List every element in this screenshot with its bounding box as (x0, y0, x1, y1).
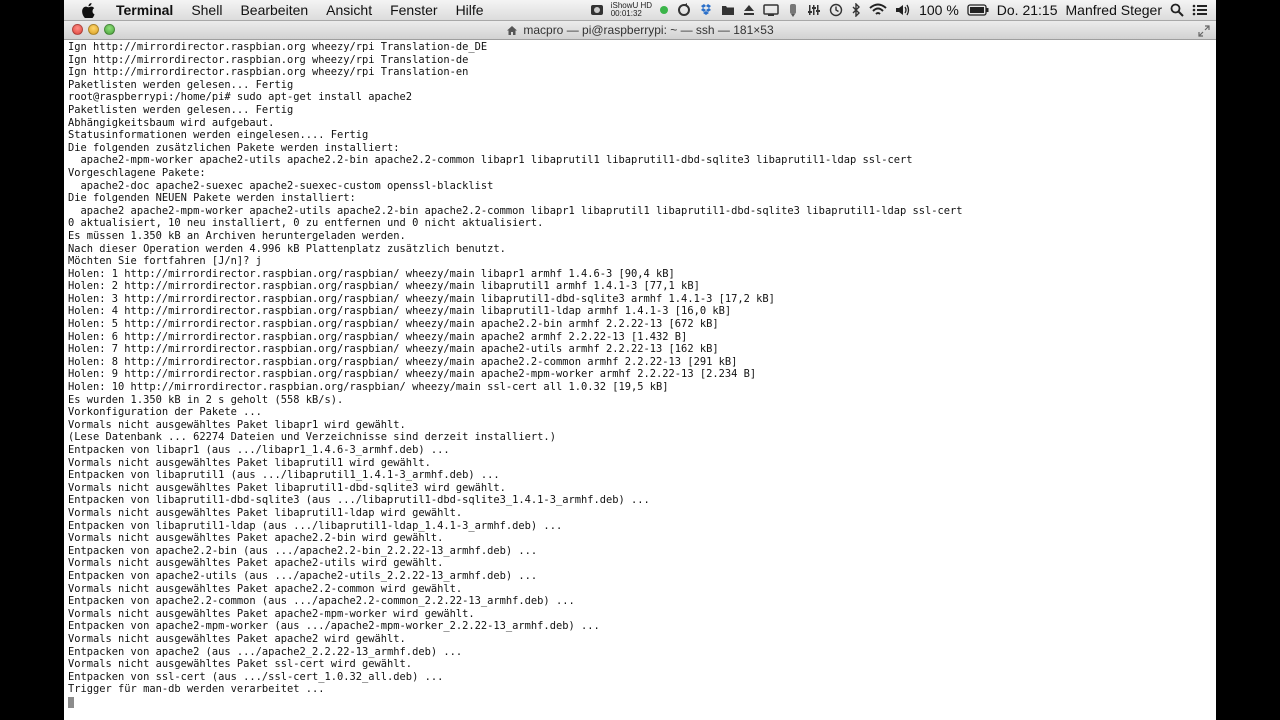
terminal-line: Entpacken von libaprutil1 (aus .../libap… (68, 469, 500, 482)
menu-app-terminal[interactable]: Terminal (112, 0, 182, 20)
terminal-line: Vorgeschlagene Pakete: (68, 166, 206, 179)
terminal-line: Holen: 8 http://mirrordirector.raspbian.… (68, 355, 738, 368)
recorder-status[interactable]: iShowU HD 00:01:32 (611, 2, 652, 18)
fullscreen-icon[interactable] (1198, 24, 1210, 37)
window-title: macpro — pi@raspberrypi: ~ — ssh — 181×5… (523, 23, 774, 37)
screen: Terminal Shell Bearbeiten Ansicht Fenste… (64, 0, 1216, 720)
terminal-line: Holen: 9 http://mirrordirector.raspbian.… (68, 368, 757, 381)
terminal-line: apache2-doc apache2-suexec apache2-suexe… (68, 179, 494, 192)
terminal-line: Statusinformationen werden eingelesen...… (68, 129, 369, 142)
recorder-time: 00:01:32 (610, 9, 642, 18)
terminal-line: Möchten Sie fortfahren [J/n]? j (68, 255, 262, 268)
terminal-line: Vormals nicht ausgewähltes Paket apache2… (68, 632, 406, 645)
terminal-line: Entpacken von libapr1 (aus .../libapr1_1… (68, 444, 450, 456)
terminal-line: Die folgenden zusätzlichen Pakete werden… (68, 141, 400, 154)
terminal-line: 0 aktualisiert, 10 neu installiert, 0 zu… (68, 217, 544, 230)
status-tray: iShowU HD 00:01:32 100 % Do. 21:15 Manfr… (586, 0, 1216, 20)
terminal-line: Entpacken von libaprutil1-dbd-sqlite3 (a… (68, 494, 650, 507)
terminal-line: Entpacken von ssl-cert (aus .../ssl-cert… (68, 670, 444, 683)
terminal-line: Nach dieser Operation werden 4.996 kB Pl… (68, 242, 506, 255)
terminal-line: Vormals nicht ausgewähltes Paket libapr1… (68, 418, 406, 431)
terminal-line: Ign http://mirrordirector.raspbian.org w… (68, 41, 488, 53)
terminal-line: Die folgenden NEUEN Pakete werden instal… (68, 192, 356, 205)
terminal-line: Vormals nicht ausgewähltes Paket apache2… (68, 582, 463, 595)
battery-percent[interactable]: 100 % (915, 2, 963, 18)
bluetooth-icon[interactable] (851, 0, 861, 20)
terminal-line: Entpacken von apache2 (aus .../apache2_2… (68, 645, 463, 658)
menu-fenster[interactable]: Fenster (381, 0, 446, 20)
terminal-line: Holen: 10 http://mirrordirector.raspbian… (68, 381, 669, 394)
terminal-cursor (68, 696, 74, 708)
terminal-line: Vorkonfiguration der Pakete ... (68, 406, 262, 419)
terminal-window: macpro — pi@raspberrypi: ~ — ssh — 181×5… (64, 21, 1216, 720)
terminal-line: Holen: 7 http://mirrordirector.raspbian.… (68, 343, 719, 356)
terminal-line: Vormals nicht ausgewähltes Paket libapru… (68, 456, 431, 469)
terminal-line: Abhängigkeitsbaum wird aufgebaut. (68, 116, 275, 129)
terminal-line: Ign http://mirrordirector.raspbian.org w… (68, 53, 469, 66)
terminal-line: Vormals nicht ausgewähltes Paket libapru… (68, 506, 463, 519)
terminal-output[interactable]: Ign http://mirrordirector.raspbian.org w… (68, 41, 1208, 717)
battery-icon[interactable] (967, 0, 989, 20)
record-status-icon[interactable] (659, 0, 669, 20)
menu-shell[interactable]: Shell (182, 0, 231, 20)
terminal-line: Holen: 1 http://mirrordirector.raspbian.… (68, 267, 675, 280)
menu-hilfe[interactable]: Hilfe (447, 0, 493, 20)
window-title-container: macpro — pi@raspberrypi: ~ — ssh — 181×5… (64, 21, 1216, 39)
terminal-line: Entpacken von libaprutil1-ldap (aus .../… (68, 519, 563, 532)
dropbox-icon[interactable] (699, 0, 713, 20)
terminal-line: apache2 apache2-mpm-worker apache2-utils… (68, 204, 963, 217)
user-name[interactable]: Manfred Steger (1062, 2, 1167, 18)
folder-icon[interactable] (721, 0, 735, 20)
terminal-line: Holen: 2 http://mirrordirector.raspbian.… (68, 280, 700, 293)
terminal-line: Entpacken von apache2-utils (aus .../apa… (68, 569, 538, 582)
home-folder-icon (506, 25, 518, 36)
terminal-line: Vormals nicht ausgewähltes Paket ssl-cer… (68, 658, 413, 671)
menu-ansicht[interactable]: Ansicht (317, 0, 381, 20)
volume-icon[interactable] (895, 0, 911, 20)
terminal-line: Holen: 5 http://mirrordirector.raspbian.… (68, 318, 719, 331)
terminal-line: root@raspberrypi:/home/pi# sudo apt-get … (68, 91, 413, 104)
terminal-line: Entpacken von apache2-mpm-worker (aus ..… (68, 620, 600, 633)
menu-bar: Terminal Shell Bearbeiten Ansicht Fenste… (64, 0, 1216, 21)
display-icon[interactable] (763, 0, 779, 20)
notification-center-icon[interactable] (1192, 0, 1208, 20)
terminal-line: Holen: 3 http://mirrordirector.raspbian.… (68, 292, 775, 305)
terminal-prompt-line[interactable] (68, 696, 1208, 709)
eject-icon[interactable] (743, 0, 755, 20)
terminal-line: Holen: 6 http://mirrordirector.raspbian.… (68, 330, 688, 343)
audio-mixer-icon[interactable] (807, 0, 821, 20)
terminal-line: Paketlisten werden gelesen... Fertig (68, 78, 294, 91)
sync-icon[interactable] (677, 0, 691, 20)
clock[interactable]: Do. 21:15 (993, 2, 1062, 18)
terminal-line: (Lese Datenbank ... 62274 Dateien und Ve… (68, 431, 556, 444)
terminal-line: Entpacken von apache2.2-bin (aus .../apa… (68, 544, 538, 557)
terminal-line: Vormals nicht ausgewähltes Paket apache2… (68, 532, 444, 545)
terminal-line: Vormals nicht ausgewähltes Paket apache2… (68, 607, 475, 620)
pen-icon[interactable] (787, 0, 799, 20)
terminal-line: Holen: 4 http://mirrordirector.raspbian.… (68, 305, 732, 318)
apple-menu-icon[interactable] (82, 2, 100, 18)
recorder-icon[interactable] (590, 0, 604, 20)
terminal-line: apache2-mpm-worker apache2-utils apache2… (68, 154, 913, 167)
terminal-line: Paketlisten werden gelesen... Fertig (68, 103, 294, 116)
wifi-icon[interactable] (869, 0, 887, 20)
menu-bearbeiten[interactable]: Bearbeiten (231, 0, 317, 20)
terminal-line: Vormals nicht ausgewähltes Paket libapru… (68, 481, 506, 494)
terminal-line: Vormals nicht ausgewähltes Paket apache2… (68, 557, 444, 570)
terminal-line: Entpacken von apache2.2-common (aus .../… (68, 595, 575, 608)
terminal-line: Es müssen 1.350 kB an Archiven herunterg… (68, 229, 406, 242)
spotlight-search-icon[interactable] (1170, 0, 1184, 20)
terminal-line: Trigger für man-db werden verarbeitet ..… (68, 683, 325, 696)
terminal-line: Ign http://mirrordirector.raspbian.org w… (68, 66, 469, 79)
window-titlebar[interactable]: macpro — pi@raspberrypi: ~ — ssh — 181×5… (64, 21, 1216, 40)
time-machine-icon[interactable] (829, 0, 843, 20)
terminal-line: Es wurden 1.350 kB in 2 s geholt (558 kB… (68, 393, 344, 406)
